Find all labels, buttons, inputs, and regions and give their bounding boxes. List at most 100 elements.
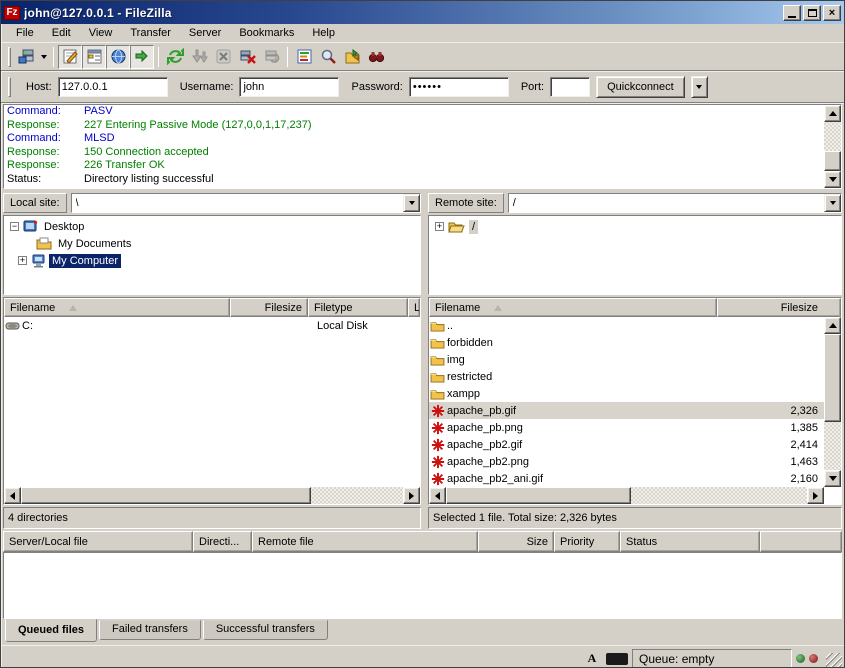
host-input[interactable] bbox=[58, 77, 168, 97]
toolbar-separator bbox=[158, 47, 159, 67]
queue-column-server-local-file[interactable]: Server/Local file bbox=[3, 531, 193, 552]
expand-icon[interactable]: + bbox=[18, 256, 27, 265]
close-button[interactable]: × bbox=[823, 5, 841, 21]
remote-file-row[interactable]: apache_pb2.png 1,463 bbox=[429, 453, 824, 470]
directory-comparison-button[interactable] bbox=[340, 45, 364, 69]
minimize-icon bbox=[788, 16, 796, 18]
local-column-lastmodified[interactable]: L bbox=[408, 298, 420, 317]
remote-dir-row[interactable]: forbidden bbox=[429, 334, 824, 351]
window-titlebar[interactable]: Fz john@127.0.0.1 - FileZilla × bbox=[1, 1, 844, 24]
toggle-queue-button[interactable] bbox=[130, 45, 154, 69]
queue-column-status[interactable]: Status bbox=[620, 531, 760, 552]
menu-view[interactable]: View bbox=[80, 25, 122, 41]
local-horizontal-scrollbar[interactable] bbox=[4, 487, 420, 504]
remote-column-filename[interactable]: Filename bbox=[429, 298, 717, 317]
remote-site-combo bbox=[508, 193, 842, 213]
menu-help[interactable]: Help bbox=[303, 25, 344, 41]
scroll-up-button[interactable] bbox=[824, 317, 841, 334]
tree-item-my-documents[interactable]: My Documents bbox=[4, 235, 420, 252]
local-site-input[interactable] bbox=[72, 194, 403, 212]
remote-site-bar: Remote site: bbox=[426, 191, 844, 215]
toggle-remote-tree-button[interactable] bbox=[106, 45, 130, 69]
remote-horizontal-scrollbar[interactable] bbox=[429, 487, 824, 504]
disconnect-button[interactable] bbox=[235, 45, 259, 69]
tab-queued-files[interactable]: Queued files bbox=[5, 619, 97, 642]
site-manager-dropdown[interactable] bbox=[38, 45, 49, 69]
tree-item-root[interactable]: + / bbox=[429, 218, 841, 235]
toggle-local-tree-button[interactable] bbox=[82, 45, 106, 69]
quickconnect-button[interactable]: Quickconnect bbox=[596, 76, 685, 98]
remote-dir-row[interactable]: .. bbox=[429, 317, 824, 334]
reconnect-icon bbox=[263, 48, 280, 65]
scroll-thumb[interactable] bbox=[21, 487, 311, 504]
username-input[interactable] bbox=[239, 77, 339, 97]
log-scrollbar[interactable] bbox=[824, 105, 841, 188]
folder-icon bbox=[429, 354, 446, 366]
menu-bookmarks[interactable]: Bookmarks bbox=[230, 25, 303, 41]
tab-successful-transfers[interactable]: Successful transfers bbox=[203, 620, 328, 640]
queue-view-button[interactable] bbox=[292, 45, 316, 69]
log-line: Response:150 Connection accepted bbox=[4, 146, 841, 160]
queue-body[interactable] bbox=[3, 552, 842, 619]
find-files-button[interactable] bbox=[316, 45, 340, 69]
remote-dir-row[interactable]: xampp bbox=[429, 385, 824, 402]
queue-column-priority[interactable]: Priority bbox=[554, 531, 620, 552]
local-file-row[interactable]: C: Local Disk bbox=[4, 317, 420, 334]
folder-icon bbox=[429, 371, 446, 383]
scroll-down-button[interactable] bbox=[824, 470, 841, 487]
menu-edit[interactable]: Edit bbox=[43, 25, 80, 41]
password-input[interactable] bbox=[409, 77, 509, 97]
remote-dir-row[interactable]: restricted bbox=[429, 368, 824, 385]
expand-icon[interactable]: + bbox=[435, 222, 444, 231]
menu-transfer[interactable]: Transfer bbox=[121, 25, 180, 41]
menu-file[interactable]: File bbox=[7, 25, 43, 41]
local-site-dropdown[interactable] bbox=[403, 194, 420, 212]
queue-column-direction[interactable]: Directi... bbox=[193, 531, 252, 552]
remote-file-row[interactable]: apache_pb.png 1,385 bbox=[429, 419, 824, 436]
local-rows: C: Local Disk bbox=[4, 317, 420, 487]
remote-file-row[interactable]: apache_pb2_ani.gif 2,160 bbox=[429, 470, 824, 487]
scroll-left-button[interactable] bbox=[429, 487, 446, 504]
menu-server[interactable]: Server bbox=[180, 25, 230, 41]
remote-file-row[interactable]: apache_pb2.gif 2,414 bbox=[429, 436, 824, 453]
local-column-filename[interactable]: Filename bbox=[4, 298, 230, 317]
scroll-up-button[interactable] bbox=[824, 105, 841, 122]
scroll-down-button[interactable] bbox=[824, 171, 841, 188]
tab-failed-transfers[interactable]: Failed transfers bbox=[99, 620, 201, 640]
remote-column-filesize[interactable]: Filesize bbox=[717, 298, 841, 317]
queue-column-remote-file[interactable]: Remote file bbox=[252, 531, 478, 552]
filter-button[interactable] bbox=[364, 45, 388, 69]
toolbar-grip[interactable] bbox=[8, 47, 11, 67]
remote-file-row-selected[interactable]: apache_pb.gif 2,326 bbox=[429, 402, 824, 419]
remote-dir-row[interactable]: img bbox=[429, 351, 824, 368]
queue-column-size[interactable]: Size bbox=[478, 531, 554, 552]
collapse-icon[interactable]: − bbox=[10, 222, 19, 231]
resize-grip[interactable] bbox=[826, 653, 842, 668]
minimize-button[interactable] bbox=[783, 5, 801, 21]
cancel-icon bbox=[215, 48, 232, 65]
refresh-button[interactable] bbox=[163, 45, 187, 69]
scroll-thumb[interactable] bbox=[824, 334, 841, 422]
process-queue-button[interactable] bbox=[187, 45, 211, 69]
reconnect-button[interactable] bbox=[259, 45, 283, 69]
remote-vertical-scrollbar[interactable] bbox=[824, 317, 841, 487]
toggle-log-button[interactable] bbox=[58, 45, 82, 69]
remote-site-input[interactable] bbox=[509, 194, 824, 212]
scroll-right-icon bbox=[813, 492, 818, 500]
tree-item-my-computer[interactable]: + My Computer bbox=[4, 252, 420, 269]
cancel-operation-button[interactable] bbox=[211, 45, 235, 69]
scroll-right-button[interactable] bbox=[403, 487, 420, 504]
maximize-button[interactable] bbox=[803, 5, 821, 21]
local-column-filesize[interactable]: Filesize bbox=[230, 298, 308, 317]
quickconnect-dropdown[interactable] bbox=[691, 76, 708, 98]
remote-site-dropdown[interactable] bbox=[824, 194, 841, 212]
site-manager-button[interactable] bbox=[14, 45, 38, 69]
port-input[interactable] bbox=[550, 77, 590, 97]
quickconnect-grip[interactable] bbox=[8, 77, 11, 97]
scroll-right-button[interactable] bbox=[807, 487, 824, 504]
tree-item-desktop[interactable]: − Desktop bbox=[4, 218, 420, 235]
scroll-thumb[interactable] bbox=[824, 151, 841, 171]
scroll-left-button[interactable] bbox=[4, 487, 21, 504]
local-column-filetype[interactable]: Filetype bbox=[308, 298, 408, 317]
scroll-thumb[interactable] bbox=[446, 487, 631, 504]
